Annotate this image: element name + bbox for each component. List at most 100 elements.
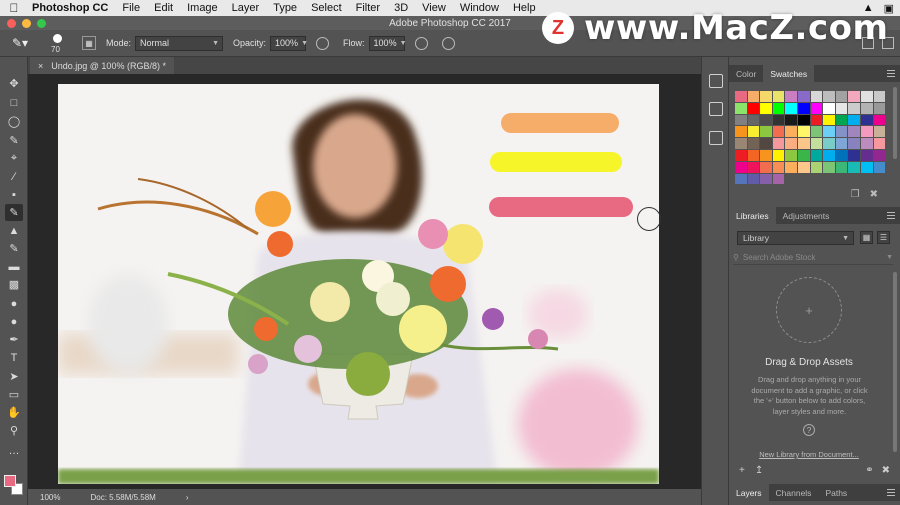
color-swatch[interactable] (785, 138, 797, 149)
library-drop-zone[interactable]: + Drag & Drop Assets Drag and drop anyth… (729, 269, 900, 464)
color-swatch[interactable] (848, 102, 860, 114)
tab-libraries[interactable]: Libraries (729, 207, 776, 224)
color-swatch[interactable] (735, 102, 747, 114)
library-dropdown[interactable]: Library ▼ (737, 231, 854, 245)
list-view-icon[interactable]: ☰ (877, 231, 890, 244)
menu-view[interactable]: View (415, 2, 453, 14)
color-swatch[interactable] (797, 91, 810, 102)
document-tab[interactable]: × Undo.jpg @ 100% (RGB/8) * (30, 57, 174, 74)
history-brush-tool-icon[interactable]: ✎ (5, 240, 23, 257)
menu-layer[interactable]: Layer (225, 2, 267, 14)
menu-edit[interactable]: Edit (147, 2, 180, 14)
type-tool-icon[interactable]: T (5, 349, 23, 366)
pressure-opacity-icon[interactable] (316, 36, 330, 50)
chevron-down-icon[interactable]: ▼ (886, 254, 893, 261)
opacity-field[interactable]: 100% ▼ (270, 35, 308, 51)
color-swatch[interactable] (760, 149, 772, 161)
color-swatch[interactable] (873, 138, 886, 149)
menu-file[interactable]: File (115, 2, 147, 14)
upload-icon[interactable]: ↥ (755, 465, 763, 476)
gradient-tool-icon[interactable]: ▩ (5, 276, 23, 293)
color-swatch[interactable] (873, 126, 886, 138)
panel-menu-icon[interactable] (887, 212, 895, 219)
pressure-size-icon[interactable] (441, 36, 455, 50)
color-swatch[interactable] (735, 138, 747, 149)
grid-view-icon[interactable]: ▦ (860, 231, 873, 244)
color-swatch[interactable] (835, 126, 848, 138)
color-swatch[interactable] (810, 138, 823, 149)
color-swatch[interactable] (848, 114, 860, 126)
brush-panel-toggle-icon[interactable]: ▦ (82, 36, 96, 50)
color-swatch[interactable] (760, 114, 772, 126)
airbrush-icon[interactable] (414, 36, 428, 50)
color-swatch[interactable] (797, 149, 810, 161)
menu-type[interactable]: Type (266, 2, 304, 14)
stock-search-field[interactable]: ⚲ Search Adobe Stock ▼ (733, 251, 893, 265)
color-swatch[interactable] (760, 91, 772, 102)
marquee-tool-icon[interactable]: □ (5, 94, 23, 111)
color-swatch[interactable] (760, 161, 772, 173)
color-swatch[interactable] (772, 102, 785, 114)
brush-tool-preset-icon[interactable]: ✎▾ (12, 36, 34, 50)
tab-layers[interactable]: Layers (729, 484, 769, 501)
history-panel-icon[interactable] (709, 74, 723, 88)
color-swatch[interactable] (835, 149, 848, 161)
dodge-tool-icon[interactable]: ● (5, 313, 23, 330)
color-swatch[interactable] (810, 91, 823, 102)
menu-3d[interactable]: 3D (387, 2, 415, 14)
color-swatch[interactable] (785, 114, 797, 126)
foreground-color-swatch[interactable] (4, 475, 16, 487)
color-swatch[interactable] (823, 126, 835, 138)
tab-channels[interactable]: Channels (769, 484, 819, 501)
swatches-scrollbar[interactable] (893, 87, 897, 159)
blur-tool-icon[interactable]: ● (5, 295, 23, 312)
menu-app[interactable]: Photoshop CC (28, 2, 115, 14)
color-swatch[interactable] (873, 114, 886, 126)
color-swatch[interactable] (860, 102, 873, 114)
color-swatch[interactable] (848, 91, 860, 102)
color-swatch[interactable] (810, 149, 823, 161)
add-content-icon[interactable]: + (739, 465, 745, 476)
color-swatch[interactable] (848, 138, 860, 149)
color-swatch[interactable] (760, 126, 772, 138)
properties-panel-icon[interactable] (709, 102, 723, 116)
color-swatch[interactable] (772, 138, 785, 149)
hand-tool-icon[interactable]: ✋ (5, 404, 23, 421)
new-library-from-document-link[interactable]: New Library from Document... (729, 450, 889, 459)
color-swatch[interactable] (848, 161, 860, 173)
zoom-level[interactable]: 100% (40, 493, 60, 502)
color-swatch[interactable] (772, 161, 785, 173)
tab-swatches[interactable]: Swatches (763, 65, 815, 82)
color-swatch[interactable] (797, 138, 810, 149)
color-swatch[interactable] (760, 138, 772, 149)
trash-icon[interactable]: ✖ (882, 465, 890, 476)
healing-brush-tool-icon[interactable]: ▪ (5, 186, 23, 203)
color-swatch[interactable] (747, 173, 760, 185)
color-swatch[interactable] (823, 102, 835, 114)
pen-tool-icon[interactable]: ✒ (5, 331, 23, 348)
brush-tool-icon[interactable]: ✎ (5, 204, 23, 221)
color-swatch[interactable] (797, 161, 810, 173)
color-swatch[interactable] (823, 138, 835, 149)
crop-tool-icon[interactable]: ⌖ (5, 150, 23, 167)
color-swatch[interactable] (760, 173, 772, 185)
menu-filter[interactable]: Filter (349, 2, 387, 14)
color-swatch[interactable] (797, 102, 810, 114)
color-swatch[interactable] (835, 161, 848, 173)
color-swatch[interactable] (835, 138, 848, 149)
library-scrollbar[interactable] (893, 272, 897, 452)
color-swatch[interactable] (823, 161, 835, 173)
color-swatch[interactable] (735, 91, 747, 102)
color-swatch[interactable] (785, 126, 797, 138)
quick-select-tool-icon[interactable]: ✎ (5, 132, 23, 149)
status-menu-arrow[interactable]: › (186, 493, 189, 502)
menu-select[interactable]: Select (304, 2, 349, 14)
color-swatch[interactable] (747, 91, 760, 102)
tab-adjustments[interactable]: Adjustments (776, 207, 837, 224)
color-swatch[interactable] (848, 126, 860, 138)
color-swatch[interactable] (785, 161, 797, 173)
color-swatch[interactable] (735, 114, 747, 126)
color-swatch[interactable] (735, 149, 747, 161)
color-swatch[interactable] (860, 91, 873, 102)
color-swatch[interactable] (797, 114, 810, 126)
